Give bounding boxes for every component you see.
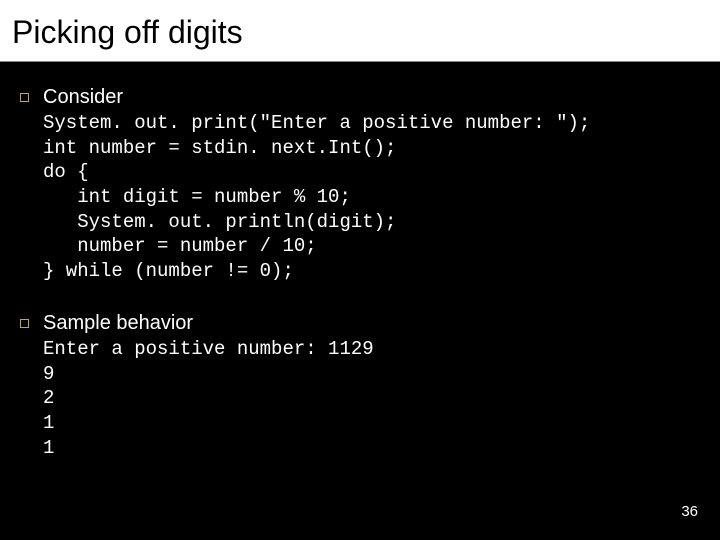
block-body: Consider System. out. print("Enter a pos…: [43, 86, 704, 284]
bullet-block-sample: Sample behavior Enter a positive number:…: [16, 312, 704, 460]
bullet-icon: [20, 93, 29, 102]
bullet-icon: [20, 319, 29, 328]
page-number: 36: [681, 503, 698, 520]
intro-text: Consider: [43, 86, 704, 109]
sample-output: Enter a positive number: 1129 9 2 1 1: [43, 337, 704, 460]
code-snippet: System. out. print("Enter a positive num…: [43, 111, 704, 284]
slide-content: Consider System. out. print("Enter a pos…: [0, 62, 720, 460]
intro-text: Sample behavior: [43, 312, 704, 335]
title-bar: Picking off digits: [0, 0, 720, 62]
slide-title: Picking off digits: [12, 14, 708, 51]
block-body: Sample behavior Enter a positive number:…: [43, 312, 704, 460]
bullet-block-consider: Consider System. out. print("Enter a pos…: [16, 86, 704, 284]
